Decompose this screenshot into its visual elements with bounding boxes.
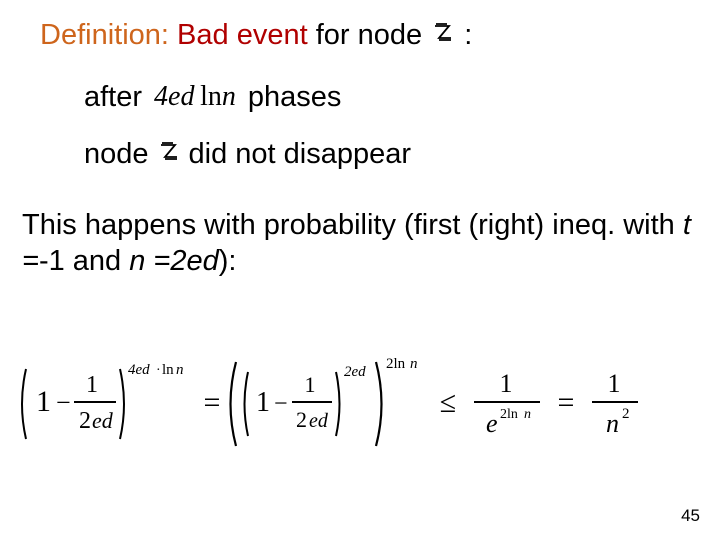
rhs1-fraction: 1 e 2ln n <box>474 369 540 438</box>
z-symbol <box>430 18 456 53</box>
slide: Definition: Bad event for node : after 4… <box>0 0 720 540</box>
after-expr-n: n <box>222 81 236 112</box>
para-two-ed: 2ed <box>170 245 218 277</box>
lhs-frac-den-2: 2 <box>79 408 91 434</box>
after-expression: 4ed lnn <box>142 81 248 113</box>
lhs-frac-num: 1 <box>86 372 98 398</box>
page-number: 45 <box>681 506 700 526</box>
definition-label: Definition: <box>40 19 169 51</box>
node-label: node <box>84 138 149 171</box>
rhs1-den-exp: 2ln <box>500 407 518 422</box>
node-line: node did not disappear <box>84 138 698 171</box>
le-sign: ≤ <box>440 386 456 419</box>
rhs2-num: 1 <box>608 369 621 398</box>
lhs-frac-den-ed: ed <box>92 408 114 433</box>
mid-frac-den-2: 2 <box>296 407 307 432</box>
eq-sign-2: = <box>558 386 575 419</box>
title-colon: : <box>464 19 472 51</box>
rhs1-num: 1 <box>500 369 513 398</box>
for-node-label: for node <box>316 19 422 51</box>
rhs2-den-exp: 2 <box>622 406 630 422</box>
bad-event-label: Bad event <box>177 19 308 51</box>
title-line: Definition: Bad event for node : <box>40 18 698 53</box>
did-not-disappear-label: did not disappear <box>189 138 412 171</box>
para-n-eq: n = <box>129 245 170 277</box>
z-symbol-2 <box>149 138 189 171</box>
mid-outer-paren: 1 − 1 2 ed 2ed <box>231 362 382 446</box>
mid-inner-exp: 2ed <box>344 364 366 380</box>
mid-inner-paren: 1 − 1 2 ed <box>245 372 340 436</box>
eq-sign-1: = <box>204 386 221 419</box>
after-line: after 4ed lnn phases <box>84 81 698 114</box>
lhs-exponent: 4ed · ln n <box>128 362 184 378</box>
lhs-minus: − <box>56 388 71 417</box>
phases-label: phases <box>248 81 342 114</box>
mid-outer-exponent: 2ln n <box>386 356 418 372</box>
rhs1-den-exp-n: n <box>524 407 531 422</box>
mid-frac-den-ed: ed <box>309 410 329 432</box>
rhs2-fraction: 1 n 2 <box>592 369 638 438</box>
lhs-exp-dot: · <box>156 363 161 378</box>
para-tail: ): <box>219 245 237 277</box>
mid-minus: − <box>274 391 288 417</box>
lhs-exp-n: n <box>176 362 184 378</box>
rhs1-den-e: e <box>486 409 498 438</box>
mid-outer-exp: 2ln <box>386 356 406 372</box>
lhs-exp-ln: ln <box>162 362 174 378</box>
mid-one: 1 <box>256 387 270 418</box>
after-expr-ln: ln <box>200 81 222 112</box>
lhs-one: 1 <box>36 385 51 418</box>
lhs-paren: 1 − 1 2 ed <box>22 369 124 439</box>
after-expr-4ed: 4ed <box>154 81 194 112</box>
main-equation: 1 − 1 2 ed 4ed · ln n = 1 <box>16 354 704 469</box>
probability-paragraph: This happens with probability (first (ri… <box>22 207 698 280</box>
para-neg-one: -1 and <box>39 245 121 277</box>
mid-frac-num: 1 <box>305 372 316 397</box>
para-text-a: This happens with probability (first (ri… <box>22 209 675 241</box>
lhs-exp-4ed: 4ed <box>128 362 150 378</box>
rhs2-den-n: n <box>606 409 619 438</box>
mid-outer-exp-n: n <box>410 356 418 372</box>
after-label: after <box>84 81 142 114</box>
